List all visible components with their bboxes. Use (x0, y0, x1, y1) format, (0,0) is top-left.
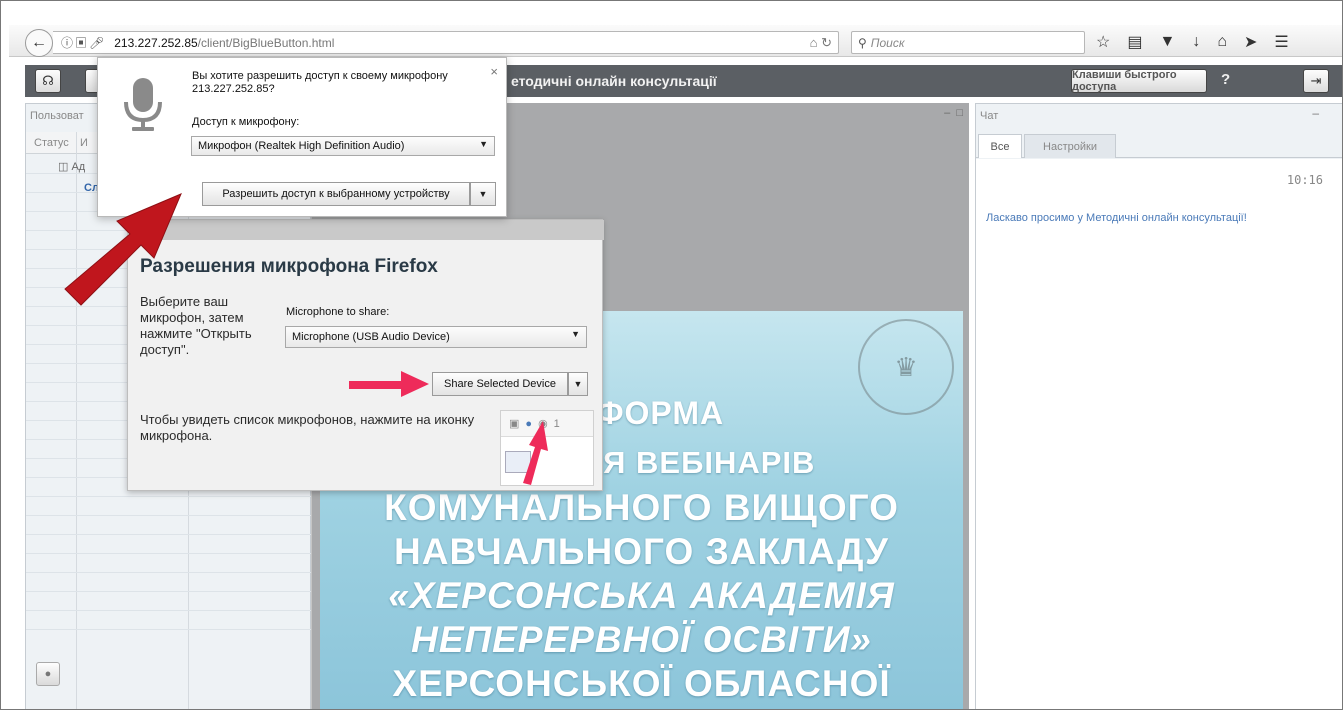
bookmark-star-icon[interactable]: ☆ (1096, 32, 1110, 52)
dialog-heading: Разрешения микрофона Firefox (140, 256, 438, 277)
send-icon[interactable]: ➤ (1244, 32, 1257, 52)
help-button[interactable]: ? (1221, 71, 1230, 88)
site-info-icons[interactable]: ⓘ▣🎤︎ (61, 34, 106, 51)
message-timestamp: 10:16 (1286, 173, 1323, 187)
slide-line: «ХЕРСОНСЬКА АКАДЕМІЯ (388, 575, 895, 616)
toolbar-icons: ☆ ▤ ▼ ↓ ⌂ ➤ ☰ (1096, 29, 1289, 55)
microphone-icon (124, 78, 162, 131)
chevron-down-icon: ▼ (478, 189, 488, 199)
table-row[interactable] (26, 573, 312, 592)
dialog-hint: Чтобы увидеть список микрофонов, нажмите… (140, 412, 475, 443)
globe-icon: ◉ (538, 418, 548, 430)
back-arrow-icon: ← (31, 34, 47, 51)
logout-icon: ⇥ (1310, 73, 1322, 88)
window-controls[interactable]: – □ (944, 107, 963, 119)
users-panel-title: Пользоват (30, 110, 84, 122)
microphone-select-example: Microphone (USB Audio Device) ▼ (285, 326, 587, 348)
allow-options-dropdown[interactable]: ▼ (470, 182, 496, 206)
mic-access-label: Доступ к микрофону: (192, 116, 300, 128)
search-placeholder: Поиск (870, 35, 905, 50)
table-row[interactable] (26, 611, 312, 630)
mic-icon: ● (525, 417, 533, 430)
chat-messages: 10:16 Ласкаво просимо у Методичні онлайн… (976, 159, 1342, 709)
table-row[interactable] (26, 535, 312, 554)
share-selected-device-button-example: Share Selected Device (432, 372, 568, 396)
minimize-icon[interactable]: – (1312, 106, 1319, 120)
headset-button[interactable]: ☊ (35, 69, 61, 93)
shortcut-keys-button[interactable]: Клавиши быстрого доступа (1071, 69, 1207, 93)
tab-settings[interactable]: Настройки (1024, 134, 1116, 158)
welcome-message: Ласкаво просимо у Методичні онлайн консу… (986, 212, 1247, 224)
slide-line: ХЕРСОНСЬКОЇ ОБЛАСНОЇ (392, 663, 891, 704)
chat-panel-title: Чат (980, 110, 999, 122)
permission-question: Вы хотите разрешить доступ к своему микр… (192, 70, 448, 95)
url-path: /client/BigBlueButton.html (197, 35, 335, 50)
chevron-down-icon: ▼ (479, 139, 488, 149)
thumb-urlbar: ▣ ● ◉ 1 (501, 411, 593, 437)
table-row[interactable] (26, 516, 312, 535)
mic-permission-doorhanger: × Вы хотите разрешить доступ к своему ми… (97, 57, 507, 217)
mic-icon: ● (44, 668, 52, 680)
slide-line: КОМУНАЛЬНОГО ВИЩОГО (384, 487, 899, 528)
presenter-icon: ◫ (58, 161, 69, 173)
close-icon[interactable]: × (490, 64, 498, 79)
url-host: 213.227.252.85 (114, 35, 198, 50)
tab-all[interactable]: Все (978, 134, 1022, 158)
search-icon: ⚲ (858, 35, 867, 50)
window-icon (505, 451, 531, 473)
urlbar-mic-example-image: ▣ ● ◉ 1 (500, 410, 594, 486)
search-input[interactable]: ⚲ Поиск (851, 31, 1085, 54)
reading-list-icon[interactable]: ▤ (1127, 32, 1142, 52)
microphone-select[interactable]: Микрофон (Realtek High Definition Audio)… (191, 136, 495, 156)
users-col-name: И (80, 137, 88, 149)
screenshot: ← ⓘ▣🎤︎ 213.227.252.85/client/BigBlueButt… (0, 0, 1343, 710)
slide-line: НЕПЕРЕРВНОЇ ОСВІТИ» (411, 619, 872, 660)
home-icon[interactable]: ⌂ (1217, 33, 1227, 51)
allow-selected-device-button[interactable]: Разрешить доступ к выбранному устройству (202, 182, 470, 206)
chat-panel: Чат – Все Настройки 10:16 Ласкаво просим… (975, 103, 1342, 709)
share-label: Microphone to share: (286, 306, 390, 318)
dialog-titlebar (128, 220, 604, 240)
pocket-icon[interactable]: ▼ (1159, 33, 1175, 51)
logout-button[interactable]: ⇥ (1303, 69, 1329, 93)
headset-icon: ☊ (42, 73, 54, 88)
dialog-instruction: Выберите ваш микрофон, затем нажмите "От… (140, 294, 252, 357)
menu-icon[interactable]: ☰ (1274, 32, 1288, 52)
chevron-down-icon: ▼ (568, 372, 588, 396)
mic-toggle-button[interactable]: ● (36, 662, 60, 686)
download-icon[interactable]: ↓ (1192, 33, 1200, 51)
table-row[interactable] (26, 497, 312, 516)
mic-permissions-help-dialog: Разрешения микрофона Firefox Выберите ва… (127, 219, 604, 491)
chevron-down-icon: ▼ (571, 329, 580, 339)
url-bar[interactable]: ⓘ▣🎤︎ 213.227.252.85/client/BigBlueButton… (53, 31, 839, 54)
chat-tabs: Все Настройки (976, 134, 1342, 158)
back-button[interactable]: ← (25, 29, 53, 57)
meeting-title: етодичні онлайн консультації (511, 73, 717, 89)
table-row[interactable] (26, 592, 312, 611)
user-name: ◫ Ад (58, 161, 86, 173)
reload-icon[interactable]: ⌂ ↻ (810, 35, 832, 51)
users-col-status: Статус (34, 137, 69, 149)
thumb-digit: 1 (553, 417, 560, 430)
slide-line: НАВЧАЛЬНОГО ЗАКЛАДУ (394, 531, 889, 572)
table-row[interactable] (26, 554, 312, 573)
camera-icon: ▣ (509, 418, 520, 430)
